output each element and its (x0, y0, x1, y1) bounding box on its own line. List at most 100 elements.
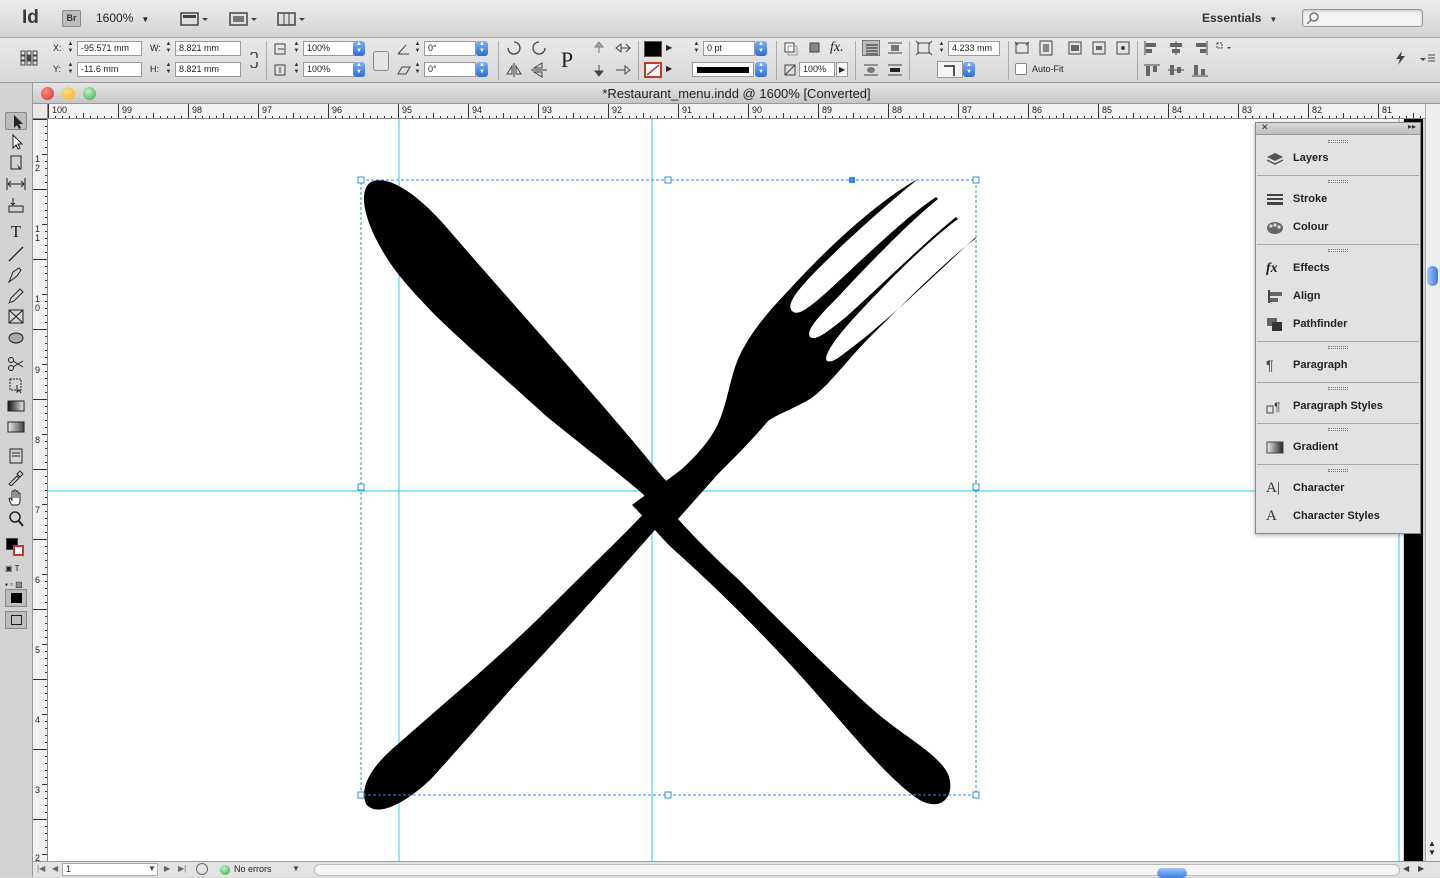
stroke-color-box[interactable] (13, 545, 24, 556)
page-dropdown-icon[interactable]: ▼ (148, 864, 156, 873)
scale-x-field[interactable]: 100% (303, 41, 355, 56)
formatting-affects-container-icon[interactable]: ▣ T (5, 563, 27, 575)
group-grip[interactable] (1328, 428, 1348, 431)
height-field[interactable]: 8.821 mm (175, 62, 241, 77)
align-left-edges-icon[interactable] (1143, 40, 1161, 56)
panel-item-align[interactable]: Align (1266, 287, 1416, 307)
resize-handle-right[interactable] (972, 483, 980, 491)
wrap-none-icon[interactable] (862, 40, 880, 56)
resize-handle-bottom-right[interactable] (972, 791, 980, 799)
scale-y-field[interactable]: 100% (303, 62, 355, 77)
content-collector-tool[interactable] (5, 196, 27, 214)
panel-item-gradient[interactable]: Gradient (1266, 438, 1416, 458)
fx-effects-icon[interactable]: fx. (830, 40, 848, 56)
fit-content-to-frame-icon[interactable] (1037, 40, 1055, 56)
h-stepper[interactable]: ▲ ▼ (164, 62, 173, 77)
gap-tool[interactable] (5, 175, 27, 193)
stroke-dropdown-arrow[interactable]: ▶ (666, 64, 676, 78)
note-tool[interactable] (5, 447, 27, 465)
y-position-field[interactable]: -11.6 mm (77, 62, 142, 77)
drop-shadow-icon[interactable] (782, 40, 800, 56)
group-grip[interactable] (1328, 469, 1348, 472)
x-position-field[interactable]: -95.571 mm (77, 41, 142, 56)
rotation-field[interactable]: 0° (424, 41, 476, 56)
y-stepper[interactable]: ▲ ▼ (66, 62, 75, 77)
fitting-offset-stepper[interactable]: ▲ ▼ (937, 41, 946, 56)
fitting-offset-field[interactable]: 4.233 mm (948, 41, 1000, 56)
eyedropper-tool[interactable] (5, 468, 27, 487)
screen-mode-button[interactable] (229, 11, 259, 27)
align-horizontal-centers-icon[interactable] (1167, 40, 1185, 56)
stroke-type-field[interactable] (692, 62, 754, 77)
hand-tool[interactable] (5, 489, 27, 507)
last-page-button[interactable]: ▶| (178, 864, 186, 873)
select-previous-icon[interactable] (614, 40, 632, 56)
wrap-jump-icon[interactable] (886, 62, 904, 78)
panel-item-paragraph-styles[interactable]: ¶ Paragraph Styles (1266, 397, 1416, 417)
panel-dock-header[interactable]: ✕ ▸▸ (1256, 122, 1420, 135)
resize-handle-top-left[interactable] (357, 176, 365, 184)
align-bottom-edges-icon[interactable] (1191, 62, 1209, 78)
vertical-scrollbar[interactable]: ▲ ▼ (1425, 104, 1440, 861)
scale-y-dropdown[interactable]: ▲ ▼ (353, 62, 365, 77)
fit-frame-to-content-icon[interactable] (1013, 40, 1031, 56)
w-stepper[interactable]: ▲ ▼ (164, 41, 173, 56)
flip-horizontal-icon[interactable] (505, 62, 523, 78)
fill-dropdown-arrow[interactable]: ▶ (666, 43, 676, 57)
panel-item-layers[interactable]: Layers (1266, 149, 1416, 169)
fill-swatch[interactable] (644, 41, 662, 57)
scissors-tool[interactable] (5, 355, 27, 373)
gradient-swatch-tool[interactable] (5, 397, 27, 415)
constrain-scale-icon[interactable] (373, 51, 389, 71)
help-search-input[interactable] (1302, 9, 1423, 27)
page-number-field[interactable]: 1 (62, 863, 158, 876)
reference-point-icon[interactable] (20, 50, 38, 66)
lightning-quick-apply-icon[interactable] (1392, 50, 1410, 66)
normal-view-mode-icon[interactable] (5, 589, 27, 607)
pencil-tool[interactable] (5, 287, 27, 305)
rectangle-frame-tool[interactable] (5, 308, 27, 326)
stroke-type-dropdown[interactable]: ▲ ▼ (755, 62, 767, 77)
fork-shape[interactable] (632, 179, 977, 805)
preview-mode-icon[interactable] (5, 611, 27, 629)
arrange-documents-button[interactable] (277, 11, 307, 27)
panel-item-paragraph[interactable]: ¶ Paragraph (1266, 356, 1416, 376)
line-tool[interactable] (5, 245, 27, 263)
vertical-ruler[interactable]: 1 2 1 1 1 0 9 8 7 6 5 4 3 2 (33, 119, 48, 861)
close-icon[interactable]: ✕ (1261, 122, 1269, 133)
panel-menu-icon[interactable] (1418, 50, 1436, 66)
ellipse-tool[interactable] (5, 329, 27, 347)
panel-item-effects[interactable]: fx Effects (1266, 259, 1416, 279)
panel-item-stroke[interactable]: Stroke (1266, 190, 1416, 210)
panel-item-character-styles[interactable]: A Character Styles (1266, 507, 1416, 527)
shadow-toggle-icon[interactable] (806, 40, 824, 56)
opacity-dropdown[interactable]: ▶ (836, 62, 848, 77)
preflight-dropdown-icon[interactable]: ▼ (292, 864, 300, 873)
workspace-switcher[interactable]: Essentials ▼ (1202, 11, 1277, 25)
select-content-icon[interactable] (590, 62, 608, 78)
resize-handle-bottom[interactable] (664, 791, 672, 799)
rotate-ccw-icon[interactable] (530, 40, 548, 56)
document-canvas[interactable] (48, 119, 1403, 861)
first-page-button[interactable]: |◀ (37, 864, 45, 873)
open-document-icon[interactable] (196, 863, 208, 875)
group-grip[interactable] (1328, 249, 1348, 252)
ruler-origin[interactable] (33, 104, 48, 119)
shear-dropdown[interactable]: ▲ ▼ (476, 62, 488, 77)
bridge-button[interactable]: Br (62, 10, 81, 27)
panel-item-pathfinder[interactable]: Pathfinder (1266, 315, 1416, 335)
scale-x-stepper[interactable]: ▲ ▼ (292, 41, 301, 56)
gradient-feather-tool[interactable] (5, 418, 27, 436)
select-next-icon[interactable] (614, 62, 632, 78)
group-grip[interactable] (1328, 180, 1348, 183)
stroke-weight-stepper[interactable]: ▲ ▼ (692, 41, 701, 56)
corner-option-handle[interactable] (849, 177, 855, 183)
view-options-button[interactable] (180, 11, 210, 27)
knife-shape[interactable] (363, 180, 679, 810)
width-field[interactable]: 8.821 mm (175, 41, 241, 56)
zoom-tool[interactable] (5, 510, 27, 528)
stroke-weight-dropdown[interactable]: ▲ ▼ (755, 41, 767, 56)
constrain-proportions-icon[interactable] (245, 51, 263, 69)
scale-y-stepper[interactable]: ▲ ▼ (292, 62, 301, 77)
wrap-bounding-box-icon[interactable] (886, 40, 904, 56)
